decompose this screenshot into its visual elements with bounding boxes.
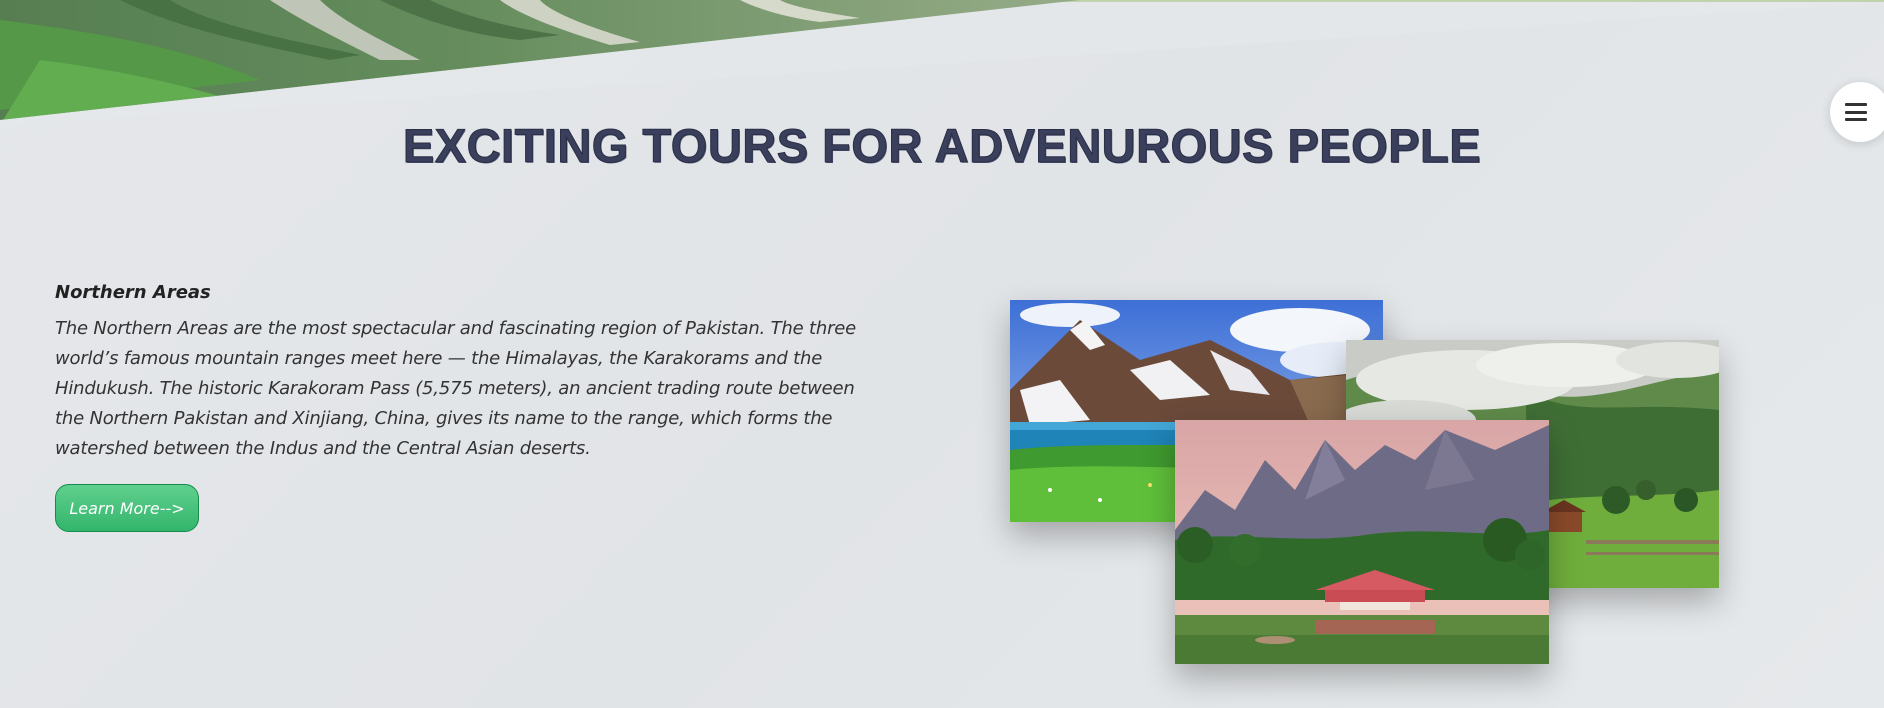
hero-landscape-banner xyxy=(0,0,1884,125)
page-title: EXCITING TOURS FOR ADVENUROUS PEOPLE xyxy=(402,119,1482,173)
section-description: The Northern Areas are the most spectacu… xyxy=(55,318,857,459)
section-heading: Northern Areas xyxy=(55,282,211,303)
resort-lake-photo xyxy=(1175,420,1549,664)
learn-more-button[interactable]: Learn More--> xyxy=(55,484,199,532)
northern-areas-section: Northern Areas The Northern Areas are th… xyxy=(55,280,895,464)
